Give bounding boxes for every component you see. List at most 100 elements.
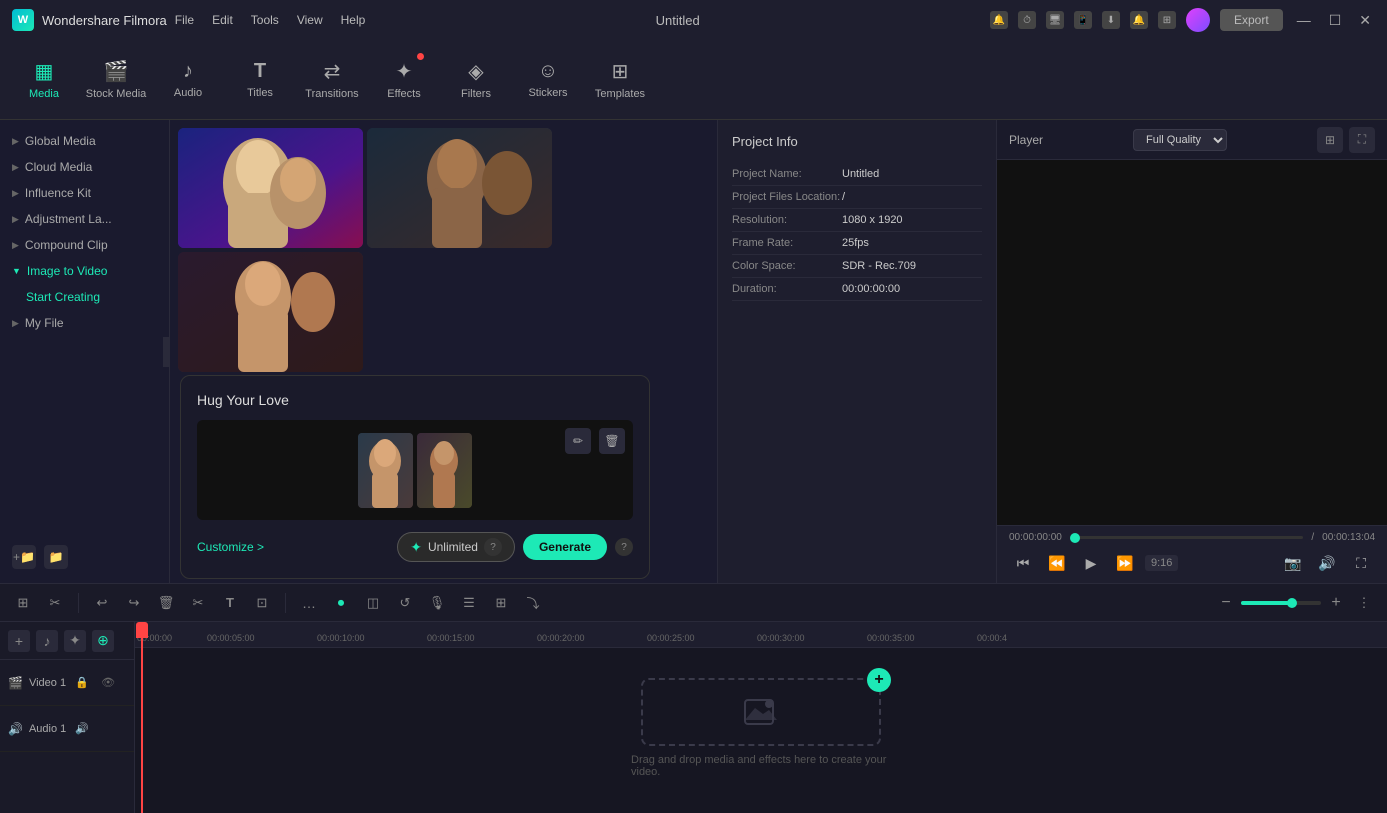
zoom-thumb[interactable] bbox=[1287, 598, 1297, 608]
tab-titles[interactable]: T Titles bbox=[226, 45, 294, 115]
menu-view[interactable]: View bbox=[297, 13, 323, 27]
frame-forward-button[interactable]: ⏩ bbox=[1111, 549, 1139, 577]
skip-back-button[interactable]: ⏮ bbox=[1009, 549, 1037, 577]
video-eye-button[interactable]: 👁 bbox=[98, 673, 118, 693]
popup-image-area: ✏ 🗑 bbox=[197, 420, 633, 520]
grid-view-button[interactable]: ⊞ bbox=[1317, 127, 1343, 153]
menu-help[interactable]: Help bbox=[341, 13, 366, 27]
minimize-button[interactable]: — bbox=[1293, 12, 1315, 28]
tab-audio[interactable]: ♪ Audio bbox=[154, 45, 222, 115]
progress-bar[interactable] bbox=[1070, 536, 1304, 539]
mic-button[interactable]: 🎙 bbox=[424, 590, 450, 616]
playhead[interactable] bbox=[141, 622, 143, 813]
separator2 bbox=[285, 593, 286, 613]
crop-button[interactable]: ⊡ bbox=[249, 590, 275, 616]
generate-button[interactable]: Generate bbox=[523, 534, 607, 560]
notification-icon[interactable]: 🔔 bbox=[990, 11, 1008, 29]
customize-link[interactable]: Customize > bbox=[197, 540, 264, 554]
maximize-button[interactable]: ☐ bbox=[1325, 12, 1346, 29]
play-button[interactable]: ▶ bbox=[1077, 549, 1105, 577]
cut-button[interactable]: ✂ bbox=[185, 590, 211, 616]
generate-help-icon[interactable]: ? bbox=[615, 538, 633, 556]
grid-icon[interactable]: ⊞ bbox=[1158, 11, 1176, 29]
popup-delete-button[interactable]: 🗑 bbox=[599, 428, 625, 454]
video-lock-button[interactable]: 🔒 bbox=[72, 673, 92, 693]
popup-right-actions: ✦ Unlimited ? Generate ? bbox=[397, 532, 633, 562]
frame-back-button[interactable]: ⏪ bbox=[1043, 549, 1071, 577]
history-icon[interactable]: ⏱ bbox=[1018, 11, 1036, 29]
media-thumbnail-1[interactable] bbox=[178, 128, 363, 248]
download-icon[interactable]: ⬇ bbox=[1102, 11, 1120, 29]
layout-button[interactable]: ⊞ bbox=[488, 590, 514, 616]
undo-button[interactable]: ↩ bbox=[89, 590, 115, 616]
captions-button[interactable]: ☰ bbox=[456, 590, 482, 616]
add-track-button[interactable]: + bbox=[8, 630, 30, 652]
add-audio-track-button[interactable]: ♪ bbox=[36, 630, 58, 652]
popup-title: Hug Your Love bbox=[197, 392, 633, 408]
audio-speaker-button[interactable]: 🔊 bbox=[72, 719, 92, 739]
total-time-value: 00:00:13:04 bbox=[1322, 532, 1375, 543]
tab-filters[interactable]: ◈ Filters bbox=[442, 45, 510, 115]
volume-button[interactable]: 🔊 bbox=[1313, 549, 1341, 577]
fullscreen-button[interactable]: ⛶ bbox=[1347, 549, 1375, 577]
tool3-button[interactable]: ↺ bbox=[392, 590, 418, 616]
zoom-out-button[interactable]: − bbox=[1215, 592, 1237, 614]
add-folder-button[interactable]: +📁 bbox=[12, 545, 36, 569]
quality-select[interactable]: Full Quality 1/2 Quality 1/4 Quality bbox=[1133, 129, 1227, 151]
fullscreen-view-button[interactable]: ⛶ bbox=[1349, 127, 1375, 153]
monitor-icon[interactable]: 🖥 bbox=[1046, 11, 1064, 29]
tab-transitions[interactable]: ⇄ Transitions bbox=[298, 45, 366, 115]
tool2-button[interactable]: ◫ bbox=[360, 590, 386, 616]
mobile-icon[interactable]: 📱 bbox=[1074, 11, 1092, 29]
delete-button[interactable]: 🗑 bbox=[153, 590, 179, 616]
sidebar-item-global-media[interactable]: ▶ Global Media bbox=[0, 128, 169, 154]
tab-stickers[interactable]: ☺ Stickers bbox=[514, 45, 582, 115]
bell-icon[interactable]: 🔔 bbox=[1130, 11, 1148, 29]
active-tool-button[interactable]: ⏺ bbox=[328, 590, 354, 616]
playhead-handle[interactable] bbox=[136, 622, 148, 638]
sidebar-item-adjustment[interactable]: ▶ Adjustment La... bbox=[0, 206, 169, 232]
sidebar-item-compound-clip[interactable]: ▶ Compound Clip bbox=[0, 232, 169, 258]
media-thumbnail-2[interactable] bbox=[367, 128, 552, 248]
trim-button[interactable]: ✂ bbox=[42, 590, 68, 616]
menu-edit[interactable]: Edit bbox=[212, 13, 233, 27]
close-button[interactable]: ✕ bbox=[1355, 12, 1375, 29]
scenes-button[interactable]: ⊞ bbox=[10, 590, 36, 616]
snap-button[interactable]: ⊕ bbox=[92, 630, 114, 652]
more-button[interactable]: … bbox=[296, 590, 322, 616]
zoom-in-button[interactable]: + bbox=[1325, 592, 1347, 614]
sidebar-item-image-to-video[interactable]: ▼ Image to Video bbox=[0, 258, 169, 284]
screenshot-button[interactable]: 📷 bbox=[1279, 549, 1307, 577]
sidebar-item-start-creating[interactable]: Start Creating bbox=[0, 284, 169, 310]
redo-button[interactable]: ↪ bbox=[121, 590, 147, 616]
text-button[interactable]: T bbox=[217, 590, 243, 616]
sidebar-item-cloud-media[interactable]: ▶ Cloud Media bbox=[0, 154, 169, 180]
tab-stock-media[interactable]: 🎬 Stock Media bbox=[82, 45, 150, 115]
popup-edit-button[interactable]: ✏ bbox=[565, 428, 591, 454]
sidebar-item-influence-kit[interactable]: ▶ Influence Kit bbox=[0, 180, 169, 206]
sidebar-item-my-file[interactable]: ▶ My File bbox=[0, 310, 169, 336]
avatar[interactable] bbox=[1186, 8, 1210, 32]
media-thumbnail-3[interactable] bbox=[178, 252, 363, 372]
popup-thumb-2[interactable] bbox=[417, 433, 472, 508]
media-content: Hug Your Love bbox=[170, 120, 717, 583]
unlimited-help-icon[interactable]: ? bbox=[484, 538, 502, 556]
export-timeline-button[interactable]: ⤵ bbox=[520, 590, 546, 616]
zoom-options-button[interactable]: ⋮ bbox=[1351, 590, 1377, 616]
sidebar-collapse-button[interactable]: ‹ bbox=[163, 337, 170, 367]
tab-templates[interactable]: ⊞ Templates bbox=[586, 45, 654, 115]
export-button[interactable]: Export bbox=[1220, 9, 1283, 31]
folder-button[interactable]: 📁 bbox=[44, 545, 68, 569]
unlimited-button[interactable]: ✦ Unlimited ? bbox=[397, 532, 515, 562]
tab-media[interactable]: ▦ Media bbox=[10, 45, 78, 115]
info-label-name: Project Name: bbox=[732, 168, 842, 180]
zoom-slider[interactable] bbox=[1241, 601, 1321, 605]
menu-tools[interactable]: Tools bbox=[251, 13, 279, 27]
add-effect-track-button[interactable]: ✦ bbox=[64, 630, 86, 652]
menu-file[interactable]: File bbox=[175, 13, 194, 27]
sidebar-item-influence-kit-label: Influence Kit bbox=[25, 186, 91, 200]
timeline-toolbar: ⊞ ✂ ↩ ↪ 🗑 ✂ T ⊡ … ⏺ ◫ ↺ 🎙 ☰ ⊞ ⤵ − + ⋮ bbox=[0, 584, 1387, 622]
info-value-location: / bbox=[842, 191, 845, 203]
popup-thumb-1[interactable] bbox=[358, 433, 413, 508]
tab-effects[interactable]: ✦ Effects bbox=[370, 45, 438, 115]
